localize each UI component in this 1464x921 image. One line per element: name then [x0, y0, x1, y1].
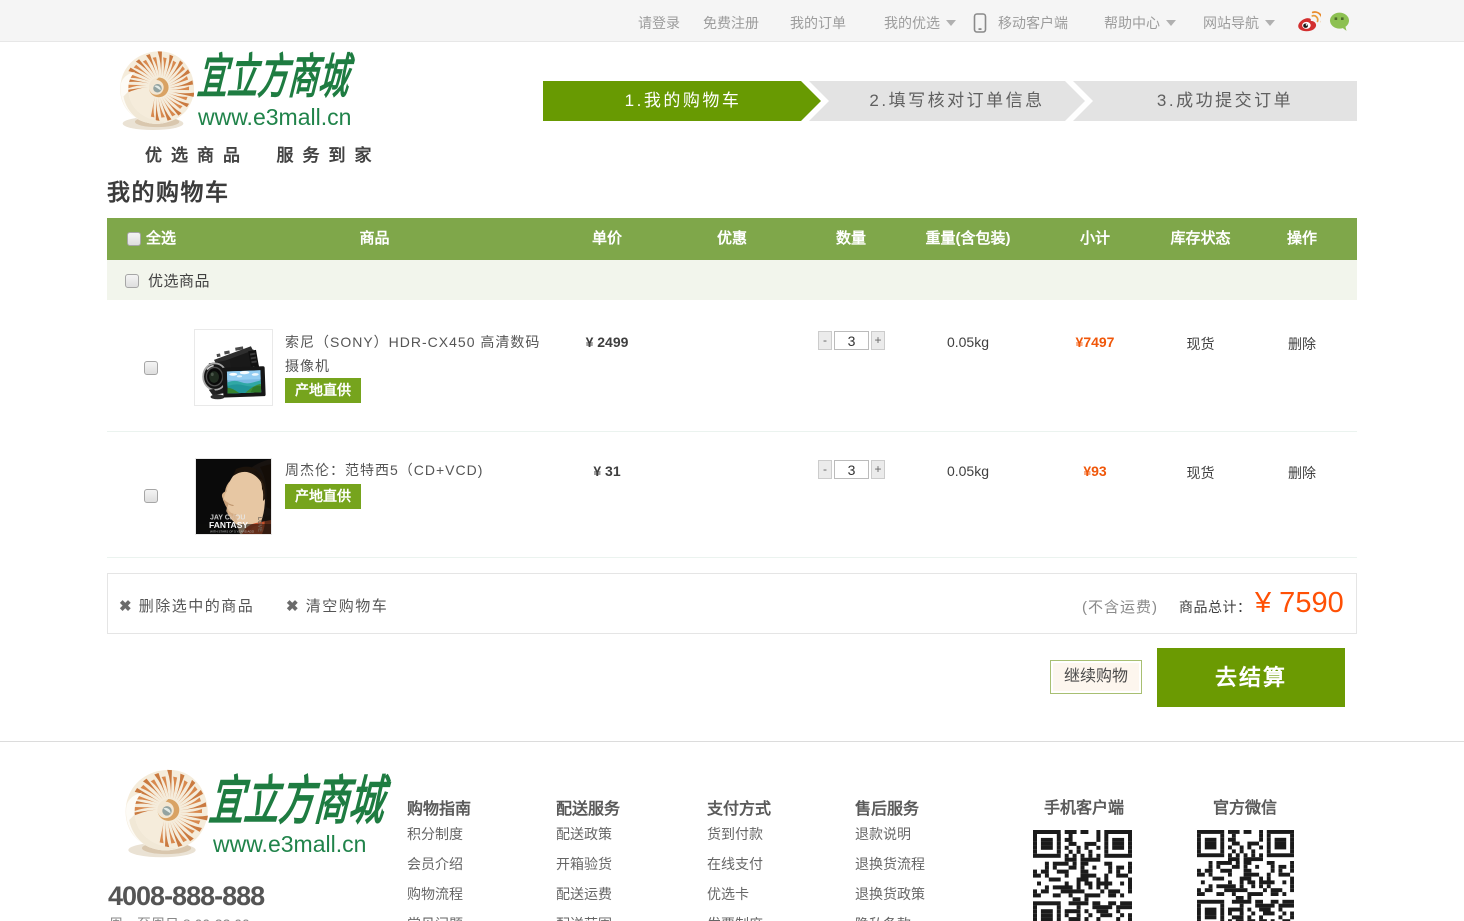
svg-text:WITH STARS OF 5 YEARS AGO: WITH STARS OF 5 YEARS AGO: [210, 530, 255, 534]
svg-text:LOVE: LOVE: [256, 517, 263, 533]
svg-text:FANTASY: FANTASY: [209, 520, 248, 530]
